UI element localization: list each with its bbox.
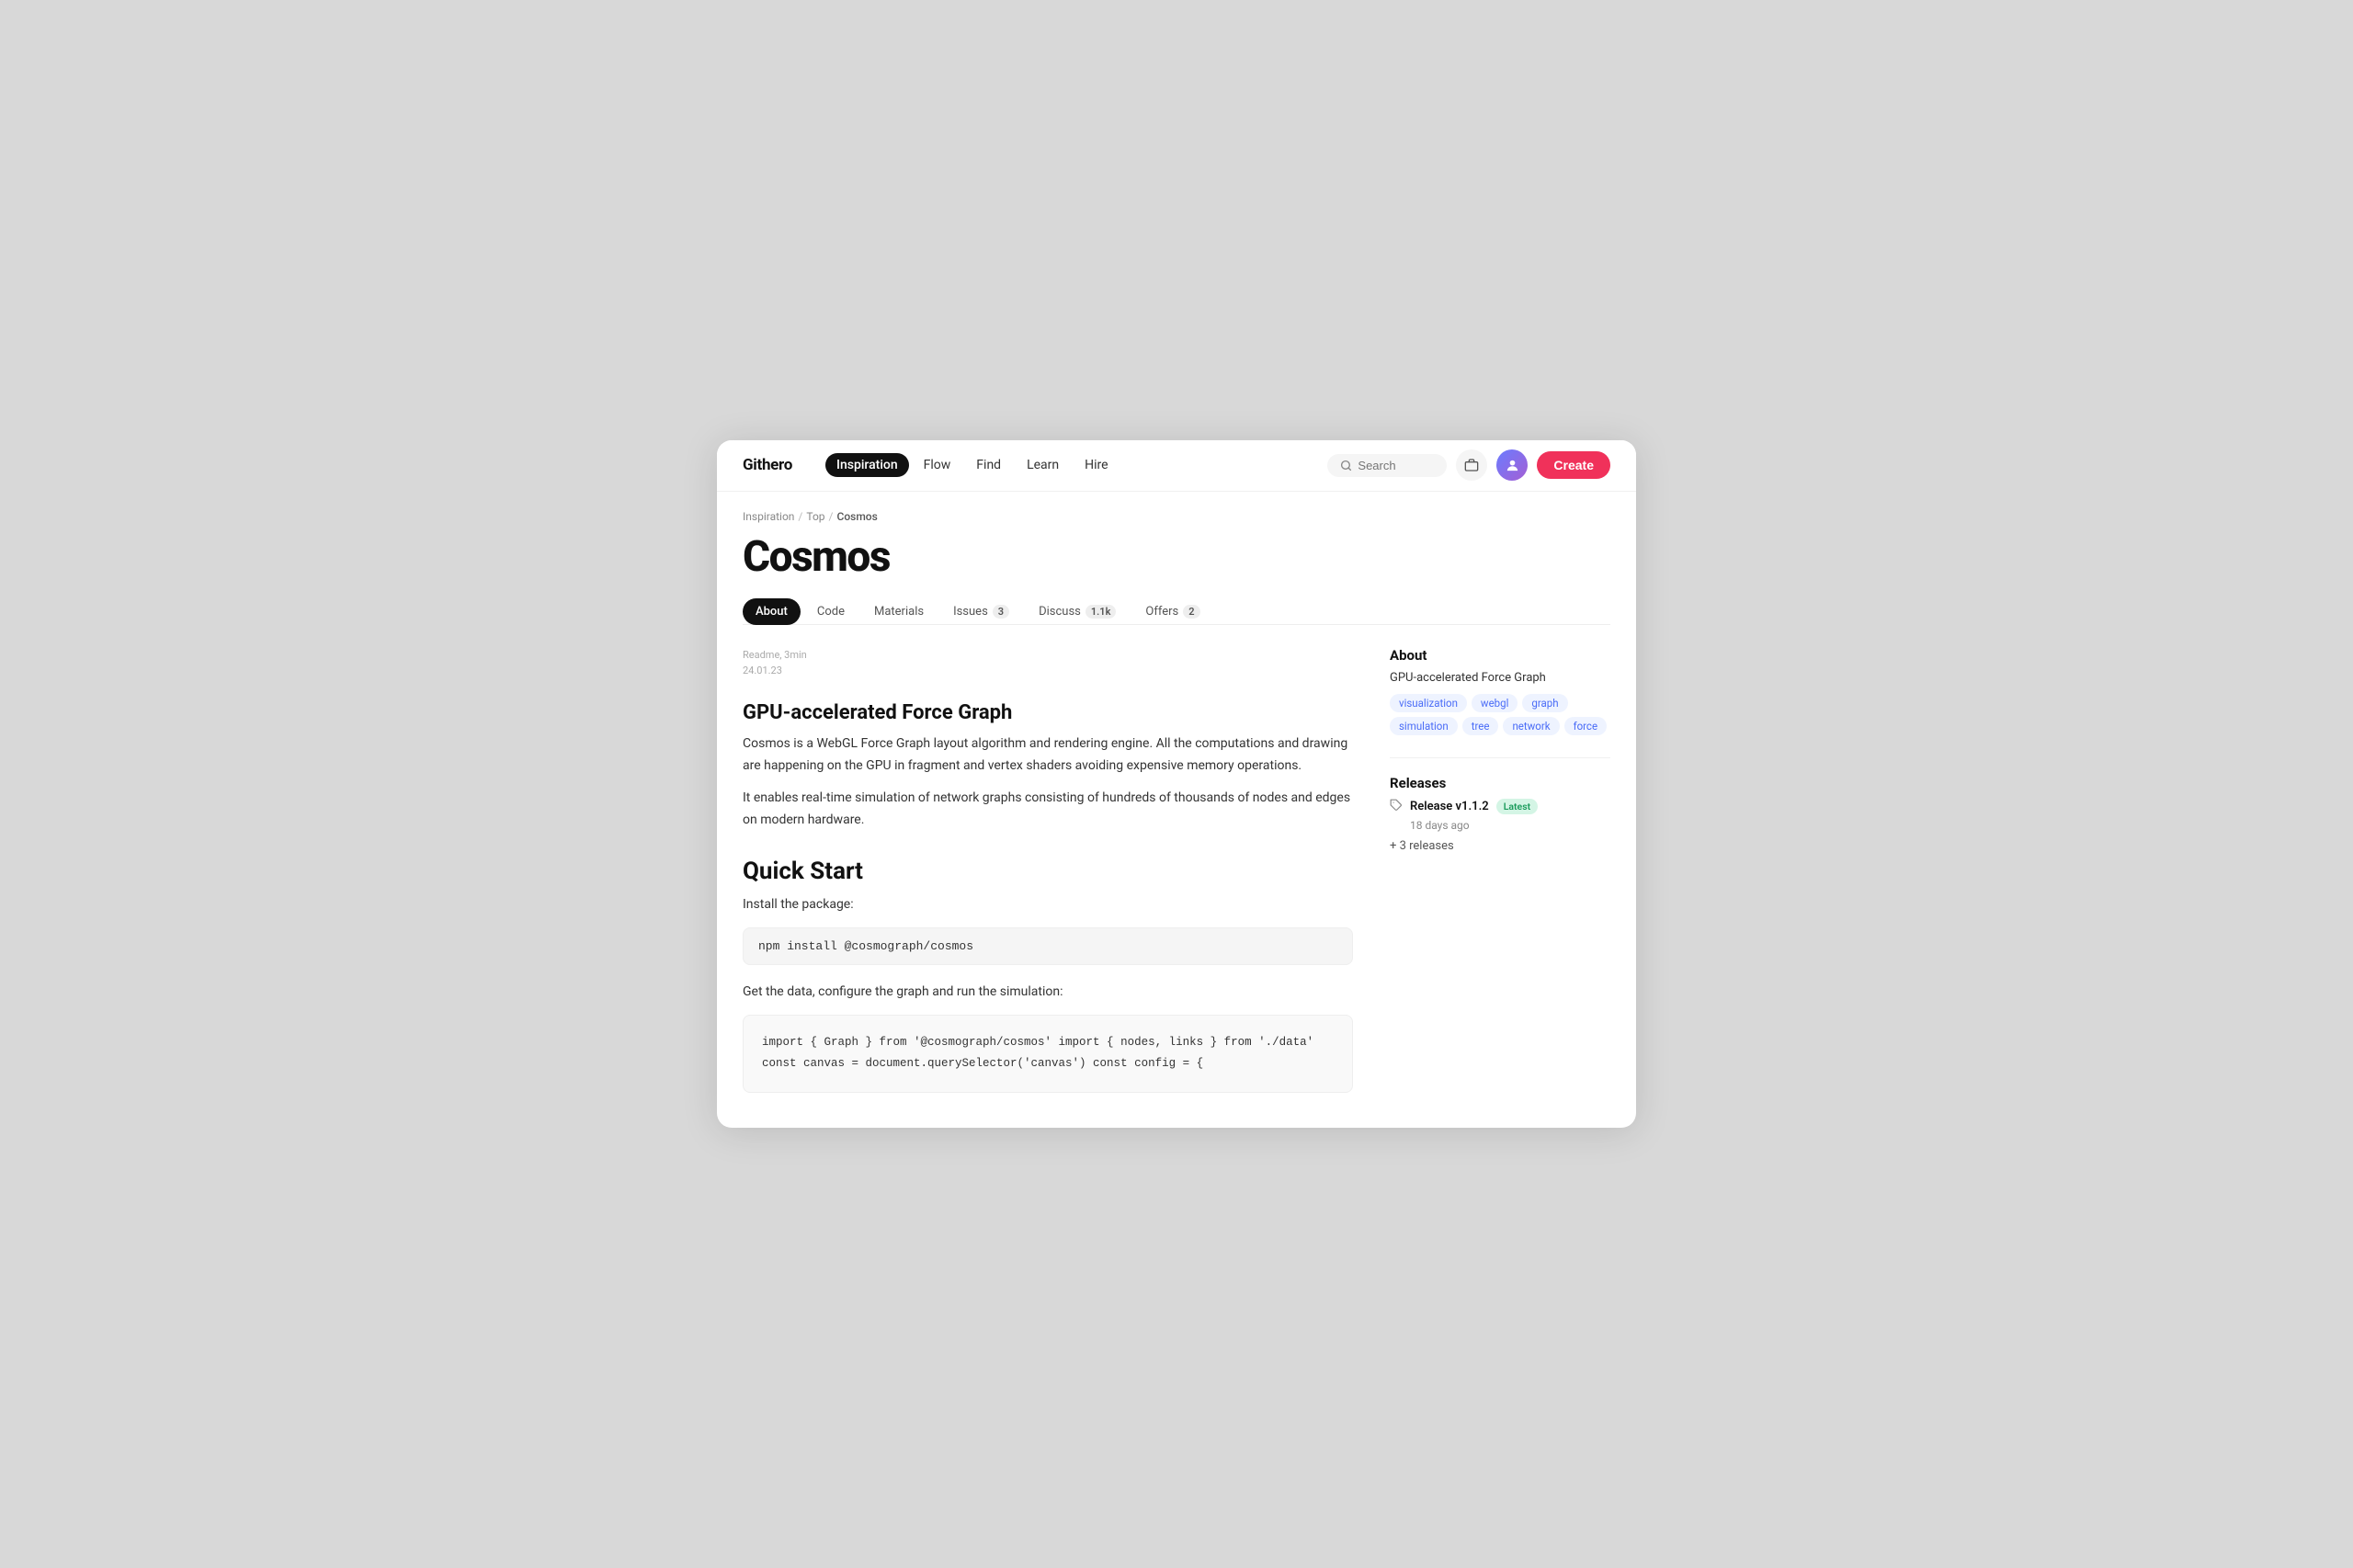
tag-icon (1390, 799, 1403, 815)
tab-badge: 3 (993, 605, 1009, 619)
tag-graph[interactable]: graph (1522, 694, 1567, 712)
nav-links: InspirationFlowFindLearnHire (825, 453, 1120, 477)
breadcrumb-current: Cosmos (837, 510, 878, 523)
tab-badge: 1.1k (1086, 605, 1117, 619)
tab-issues[interactable]: Issues3 (940, 598, 1022, 625)
nav-right: Create (1327, 449, 1610, 481)
doc-meta-label: Readme, 3min (743, 647, 1353, 664)
sidebar-about: About GPU-accelerated Force Graph visual… (1390, 647, 1610, 735)
tags-container: visualization webglgraph simulationtreenet… (1390, 694, 1610, 735)
two-column-layout: Readme, 3min 24.01.23 GPU-accelerated Fo… (743, 647, 1610, 1102)
tag-network[interactable]: network (1503, 717, 1559, 735)
release-badge: Latest (1496, 799, 1538, 814)
logo: Githero (743, 456, 792, 474)
search-bar[interactable] (1327, 454, 1447, 477)
tag-visualization[interactable]: visualization (1390, 694, 1467, 712)
release-date: 18 days ago (1410, 819, 1610, 832)
main-window: Githero InspirationFlowFindLearnHire (717, 440, 1636, 1128)
tab-materials[interactable]: Materials (861, 598, 937, 625)
search-icon (1340, 460, 1352, 472)
search-input[interactable] (1358, 459, 1434, 472)
release-item: Release v1.1.2 Latest (1390, 799, 1610, 815)
briefcase-button[interactable] (1456, 449, 1487, 481)
content-para1: Cosmos is a WebGL Force Graph layout alg… (743, 733, 1353, 778)
nav-link-hire[interactable]: Hire (1074, 453, 1119, 477)
tab-offers[interactable]: Offers2 (1132, 598, 1212, 625)
nav-link-find[interactable]: Find (965, 453, 1012, 477)
sidebar-releases: Releases Release v1.1.2 Latest 18 days a… (1390, 775, 1610, 853)
quick-start-title: Quick Start (743, 858, 1353, 885)
code-block[interactable]: import { Graph } from '@cosmograph/cosmo… (743, 1015, 1353, 1094)
tab-badge: 2 (1183, 605, 1199, 619)
tag-tree[interactable]: tree (1462, 717, 1499, 735)
install-command[interactable]: npm install @cosmograph/cosmos (743, 927, 1353, 965)
release-name[interactable]: Release v1.1.2 (1410, 800, 1489, 813)
get-data-label: Get the data, configure the graph and ru… (743, 982, 1353, 1004)
tag-force[interactable]: force (1564, 717, 1607, 735)
releases-title: Releases (1390, 775, 1610, 791)
tab-about[interactable]: About (743, 598, 801, 625)
main-column: Readme, 3min 24.01.23 GPU-accelerated Fo… (743, 647, 1353, 1102)
breadcrumb-inspiration[interactable]: Inspiration (743, 510, 794, 523)
nav-link-flow[interactable]: Flow (913, 453, 962, 477)
navbar: Githero InspirationFlowFindLearnHire (717, 440, 1636, 492)
breadcrumb: Inspiration / Top / Cosmos (743, 510, 1610, 523)
divider (1390, 757, 1610, 758)
create-button[interactable]: Create (1537, 451, 1610, 479)
content-heading: GPU-accelerated Force Graph (743, 701, 1353, 724)
doc-meta-date: 24.01.23 (743, 663, 1353, 679)
install-label: Install the package: (743, 894, 1353, 916)
more-releases[interactable]: + 3 releases (1390, 839, 1610, 853)
avatar[interactable] (1496, 449, 1528, 481)
content-section: GPU-accelerated Force Graph Cosmos is a … (743, 701, 1353, 1093)
sidebar-column: About GPU-accelerated Force Graph visual… (1390, 647, 1610, 1102)
tab-discuss[interactable]: Discuss1.1k (1026, 598, 1129, 625)
breadcrumb-top[interactable]: Top (806, 510, 824, 523)
main-content: Inspiration / Top / Cosmos Cosmos AboutC… (717, 492, 1636, 1128)
tab-code[interactable]: Code (804, 598, 858, 625)
sidebar-about-title: About (1390, 647, 1610, 664)
tag-simulation[interactable]: simulation (1390, 717, 1458, 735)
briefcase-icon (1464, 458, 1479, 472)
doc-meta: Readme, 3min 24.01.23 (743, 647, 1353, 679)
content-para2: It enables real-time simulation of netwo… (743, 788, 1353, 832)
nav-link-learn[interactable]: Learn (1016, 453, 1070, 477)
page-title: Cosmos (743, 534, 1610, 581)
user-icon (1505, 458, 1520, 473)
tabs: AboutCodeMaterialsIssues3Discuss1.1kOffe… (743, 597, 1610, 625)
nav-link-inspiration[interactable]: Inspiration (825, 453, 909, 477)
sidebar-about-subtitle: GPU-accelerated Force Graph (1390, 671, 1610, 685)
tag-webgl[interactable]: webgl (1472, 694, 1518, 712)
